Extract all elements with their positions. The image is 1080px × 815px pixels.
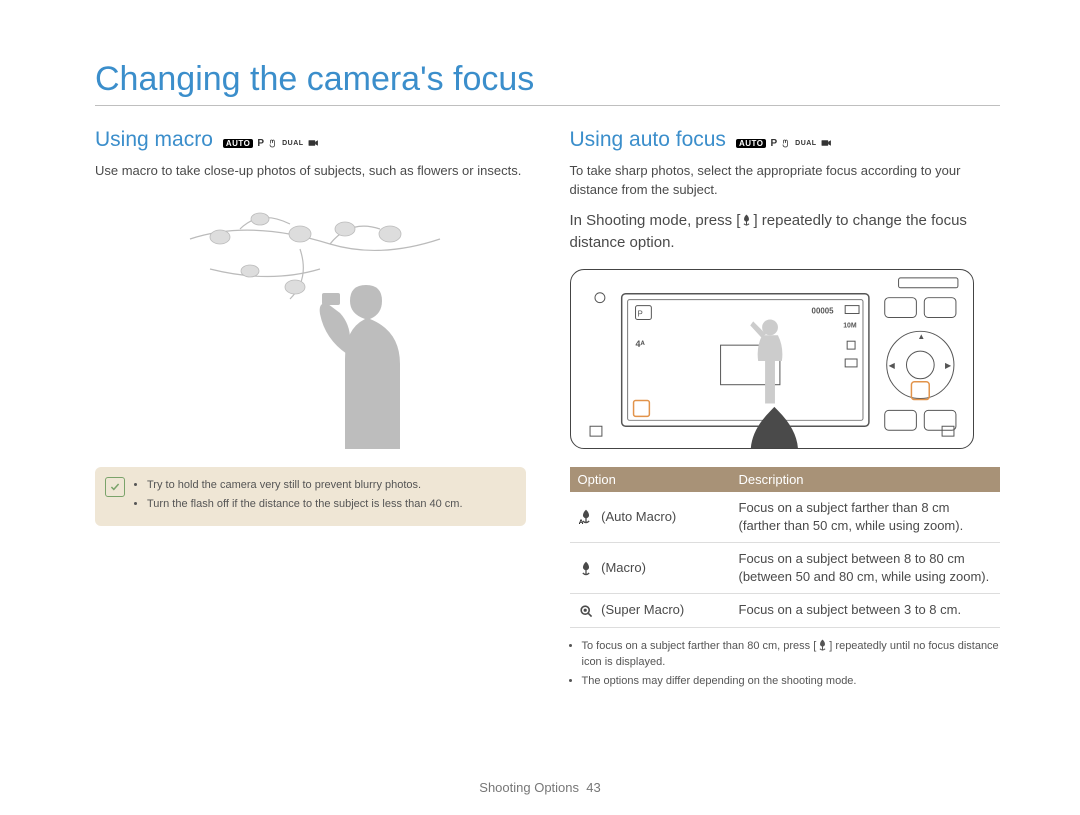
right-column: Using auto focus AUTO P DUAL To take sha… xyxy=(570,128,1001,691)
subheading-autofocus: Using auto focus AUTO P DUAL xyxy=(570,128,1001,152)
macro-button-icon xyxy=(740,214,753,227)
note-item-2: Turn the flash off if the distance to th… xyxy=(147,496,514,514)
table-row: (Macro) Focus on a subject between 8 to … xyxy=(570,543,1001,594)
mode-auto-badge: AUTO xyxy=(736,139,767,148)
left-column: Using macro AUTO P DUAL Use macro to tak… xyxy=(95,128,526,691)
auto-macro-icon: A xyxy=(578,510,594,524)
note-icon xyxy=(105,477,125,497)
mode-p-badge: P xyxy=(770,138,777,149)
autofocus-instruction: In Shooting mode, press [] repeatedly to… xyxy=(570,210,1001,255)
title-rule xyxy=(95,105,1000,106)
subheading-macro: Using macro AUTO P DUAL xyxy=(95,128,526,152)
footer-section: Shooting Options xyxy=(479,780,579,795)
options-header-option: Option xyxy=(570,467,731,492)
page-title: Changing the camera's focus xyxy=(95,60,1000,99)
note-item-1: Try to hold the camera very still to pre… xyxy=(147,477,514,495)
svg-text:00005: 00005 xyxy=(811,306,834,315)
movie-icon xyxy=(821,138,832,150)
table-row: (Super Macro) Focus on a subject between… xyxy=(570,594,1001,627)
option-label: (Auto Macro) xyxy=(601,509,676,524)
mode-tags-left: AUTO P DUAL xyxy=(223,138,319,150)
footer-page: 43 xyxy=(586,780,600,795)
mode-auto-badge: AUTO xyxy=(223,139,254,148)
svg-text:▶: ▶ xyxy=(945,361,952,370)
option-desc: Focus on a subject between 8 to 80 cm (b… xyxy=(731,543,1001,594)
option-desc: Focus on a subject farther than 8 cm (fa… xyxy=(731,492,1001,543)
autofocus-body: To take sharp photos, select the appropr… xyxy=(570,162,1001,200)
mode-tags-right: AUTO P DUAL xyxy=(736,138,832,150)
subheading-macro-text: Using macro xyxy=(95,128,213,152)
footnote-2: The options may differ depending on the … xyxy=(582,673,1001,690)
camera-illustration: P 00005 10M 4ᴬ xyxy=(570,269,974,449)
movie-icon xyxy=(308,138,319,150)
subheading-autofocus-text: Using auto focus xyxy=(570,128,726,152)
svg-text:10M: 10M xyxy=(843,322,857,329)
mode-dual-badge: DUAL xyxy=(795,140,816,147)
option-label: (Macro) xyxy=(601,560,646,575)
footnotes: To focus on a subject farther than 80 cm… xyxy=(570,638,1001,690)
svg-text:▲: ▲ xyxy=(917,332,925,341)
macro-button-icon xyxy=(816,639,829,652)
mode-dual-badge: DUAL xyxy=(282,140,303,147)
macro-body: Use macro to take close-up photos of sub… xyxy=(95,162,526,181)
hand-icon xyxy=(268,138,278,150)
svg-text:P: P xyxy=(637,309,642,318)
macro-illustration xyxy=(150,189,470,449)
svg-text:A: A xyxy=(578,520,583,526)
footnote-1-pre: To focus on a subject farther than 80 cm… xyxy=(582,640,817,652)
svg-text:◀: ◀ xyxy=(888,361,895,370)
macro-icon xyxy=(578,562,594,576)
options-table: Option Description A (Auto Macro) Focus … xyxy=(570,467,1001,628)
option-desc: Focus on a subject between 3 to 8 cm. xyxy=(731,594,1001,627)
page-footer: Shooting Options 43 xyxy=(0,780,1080,795)
table-row: A (Auto Macro) Focus on a subject farthe… xyxy=(570,492,1001,543)
note-box: Try to hold the camera very still to pre… xyxy=(95,467,526,526)
options-header-description: Description xyxy=(731,467,1001,492)
svg-text:4ᴬ: 4ᴬ xyxy=(635,339,645,349)
hand-icon xyxy=(781,138,791,150)
footnote-1: To focus on a subject farther than 80 cm… xyxy=(582,638,1001,671)
super-macro-icon xyxy=(578,604,594,618)
mode-p-badge: P xyxy=(257,138,264,149)
instruction-pre: In Shooting mode, press [ xyxy=(570,212,741,229)
option-label: (Super Macro) xyxy=(601,602,684,617)
